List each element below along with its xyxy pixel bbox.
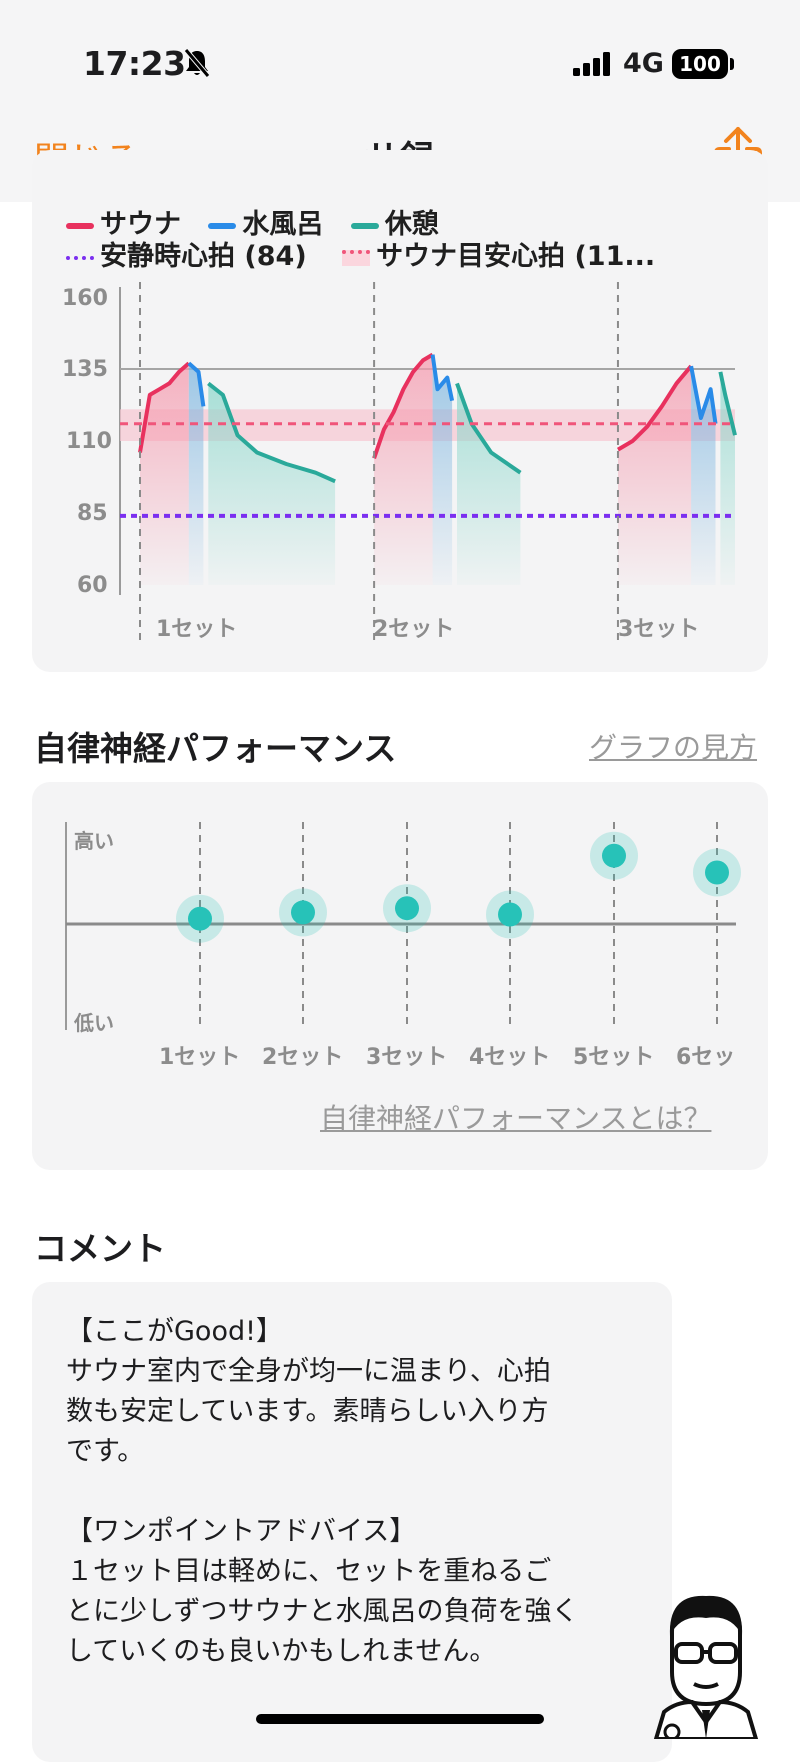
how-to-read-link[interactable]: グラフの見方 xyxy=(589,726,757,766)
home-indicator xyxy=(256,1714,544,1724)
ans-section-title: 自律神経パフォーマンス xyxy=(34,729,397,768)
ans-chart xyxy=(65,822,741,1030)
ans-x-label-6: 6セッ xyxy=(676,1045,736,1070)
ans-point-1 xyxy=(188,906,212,931)
ans-x-label-4: 4セット xyxy=(469,1045,551,1070)
doctor-avatar-icon xyxy=(653,1595,759,1739)
ans-point-4 xyxy=(498,902,522,927)
ans-point-5 xyxy=(602,843,626,868)
ans-point-3 xyxy=(395,896,419,921)
ans-x-label-5: 5セット xyxy=(573,1045,655,1070)
x-label-set-3: 3セット xyxy=(618,617,700,642)
sauna-area-1 xyxy=(140,363,189,585)
comment-text: 【ここがGood!】 サウナ室内で全身が均一に温まり、心拍 数も安定しています。… xyxy=(66,1316,579,1667)
comment-title: コメント xyxy=(34,1229,166,1268)
ans-point-6 xyxy=(705,860,729,885)
ans-x-label-1: 1セット xyxy=(159,1045,241,1070)
x-label-set-2: 2セット xyxy=(373,617,455,642)
sauna-area-3 xyxy=(618,366,692,585)
ans-x-label-2: 2セット xyxy=(262,1045,344,1070)
heart-rate-chart xyxy=(119,282,737,640)
ans-x-label-3: 3セット xyxy=(366,1045,448,1070)
what-is-ans-link[interactable]: 自律神経パフォーマンスとは？ xyxy=(320,1097,711,1137)
ans-point-2 xyxy=(291,900,315,925)
x-label-set-1: 1セット xyxy=(156,617,238,642)
